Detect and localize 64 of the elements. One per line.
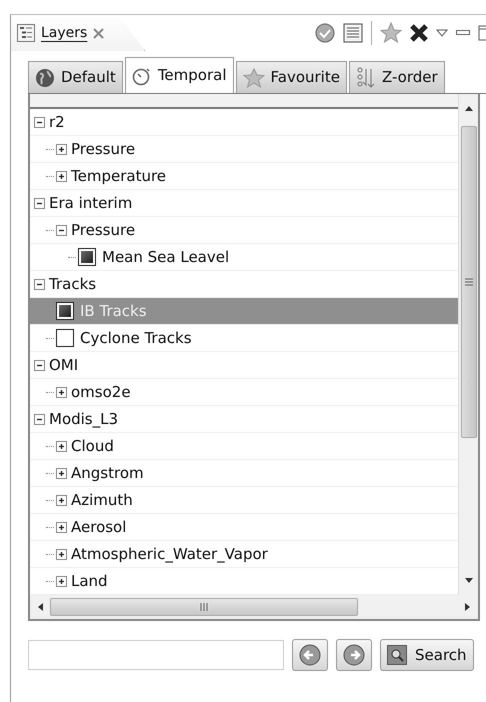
close-icon[interactable]	[93, 28, 104, 38]
expand-icon[interactable]	[56, 548, 67, 560]
scroll-right-icon[interactable]	[464, 602, 472, 612]
next-button[interactable]	[336, 639, 372, 671]
view-title: Layers	[41, 24, 88, 42]
globe-icon	[35, 68, 55, 88]
star-icon	[242, 68, 264, 88]
collapse-icon[interactable]	[34, 116, 45, 128]
tree-row[interactable]: Atmospheric_Water_Vapor	[30, 541, 458, 568]
search-button[interactable]: Search	[380, 639, 474, 671]
delete-x-icon[interactable]	[410, 24, 428, 42]
collapse-icon[interactable]	[56, 224, 67, 236]
scroll-left-icon[interactable]	[36, 602, 44, 612]
previous-button[interactable]	[292, 639, 328, 671]
scroll-down-icon[interactable]	[464, 577, 474, 585]
collapse-icon[interactable]	[34, 414, 45, 424]
tab[interactable]: Favourite	[236, 61, 347, 93]
expand-icon[interactable]	[56, 522, 67, 532]
tree-row[interactable]: OMI	[30, 352, 458, 379]
tree-row[interactable]: Cloud	[30, 433, 458, 460]
search-field[interactable]	[28, 640, 284, 670]
view-menu-icon[interactable]	[436, 29, 448, 37]
horizontal-scrollbar[interactable]	[30, 595, 478, 619]
collapse-icon[interactable]	[34, 360, 45, 370]
tree-row[interactable]: Azimuth	[30, 487, 458, 514]
collapse-icon[interactable]	[34, 198, 45, 208]
minimize-icon[interactable]	[456, 30, 470, 36]
tree-row[interactable]: Temperature	[30, 163, 458, 190]
scroll-up-icon[interactable]	[464, 104, 474, 112]
expand-icon[interactable]	[56, 494, 67, 506]
layers-icon	[17, 24, 35, 42]
checkbox[interactable]	[56, 329, 74, 347]
expand-icon[interactable]	[56, 144, 67, 154]
expand-icon[interactable]	[56, 468, 67, 478]
tab[interactable]: Z-order	[348, 61, 445, 93]
star-icon[interactable]	[380, 22, 402, 44]
checkbox[interactable]	[78, 248, 96, 266]
tree-row[interactable]: Pressure	[30, 217, 458, 244]
expand-icon[interactable]	[56, 170, 67, 182]
tree-row[interactable]: Cyclone Tracks	[30, 325, 458, 352]
tree-row[interactable]: Aerosol	[30, 514, 458, 541]
stopwatch-icon	[132, 66, 152, 86]
grip-icon	[200, 603, 208, 611]
tree-row[interactable]: Modis_L3	[30, 406, 458, 433]
collapse-icon[interactable]	[34, 278, 45, 290]
expand-icon[interactable]	[56, 440, 67, 452]
tree-row[interactable]: r2	[30, 109, 458, 136]
tree-row[interactable]: Pressure	[30, 136, 458, 163]
expand-icon[interactable]	[56, 386, 67, 398]
tree-row[interactable]: Angstrom	[30, 460, 458, 487]
sort-order-icon	[356, 66, 376, 88]
maximize-icon[interactable]	[478, 25, 486, 41]
tree-row[interactable]: Era interim	[30, 190, 458, 217]
expand-icon[interactable]	[56, 576, 67, 586]
search-icon	[387, 645, 407, 665]
tree-row[interactable]: Mean Sea Leavel	[30, 244, 458, 271]
tree-row[interactable]: omso2e	[30, 379, 458, 406]
checkbox[interactable]	[56, 302, 74, 320]
grip-icon	[464, 278, 472, 286]
tab[interactable]: Default	[28, 61, 123, 93]
vertical-scrollbar[interactable]	[458, 94, 478, 595]
list-icon[interactable]	[343, 23, 363, 43]
check-circle-icon[interactable]	[315, 23, 335, 43]
tab[interactable]: Temporal	[124, 57, 234, 93]
